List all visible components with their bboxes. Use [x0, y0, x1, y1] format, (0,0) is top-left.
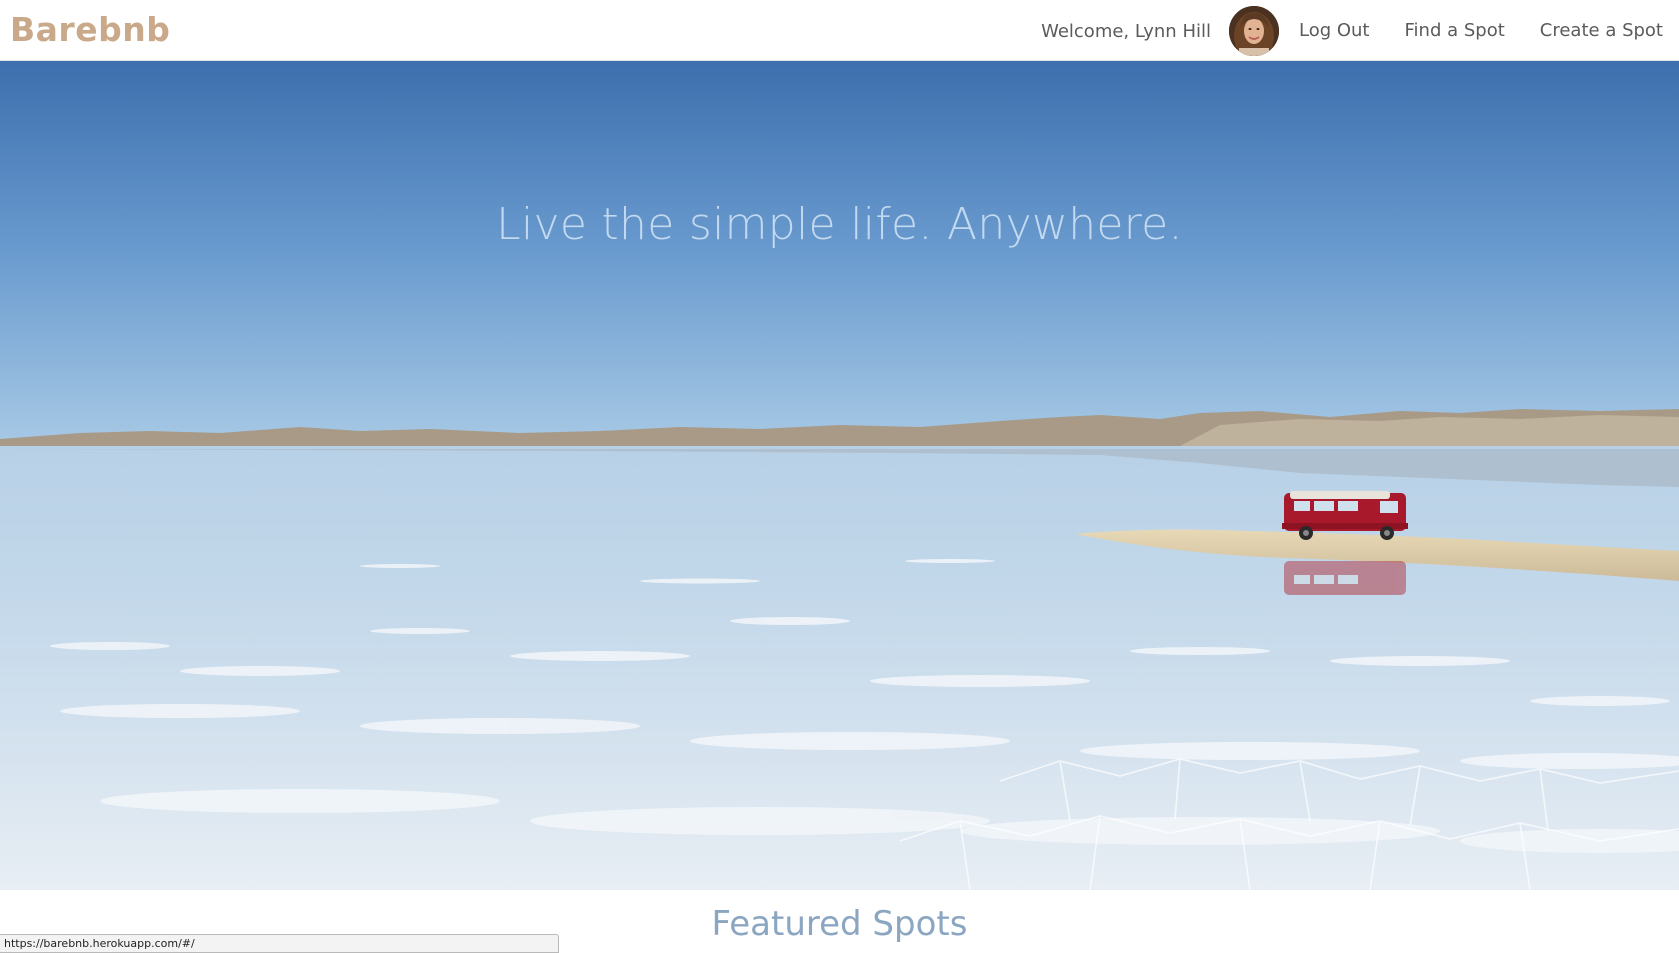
nav-menu: Welcome, Lynn Hill Log Out Find a Spot C…	[1041, 0, 1663, 61]
brand-logo-link[interactable]: Barebnb	[10, 10, 170, 50]
find-spot-link[interactable]: Find a Spot	[1405, 20, 1505, 41]
status-bar-url: https://barebnb.herokuapp.com/#/	[0, 934, 559, 953]
hero-banner: Live the simple life. Anywhere.	[0, 61, 1679, 890]
log-out-link[interactable]: Log Out	[1299, 20, 1370, 41]
avatar-photo-icon	[1228, 5, 1279, 56]
navbar: Barebnb Welcome, Lynn Hill Log Out Find …	[0, 0, 1679, 61]
user-avatar[interactable]	[1228, 5, 1279, 56]
welcome-message: Welcome, Lynn Hill	[1041, 21, 1211, 42]
hero-landscape-image	[0, 61, 1679, 890]
create-spot-link[interactable]: Create a Spot	[1540, 20, 1663, 41]
hero-tagline: Live the simple life. Anywhere.	[496, 199, 1183, 250]
